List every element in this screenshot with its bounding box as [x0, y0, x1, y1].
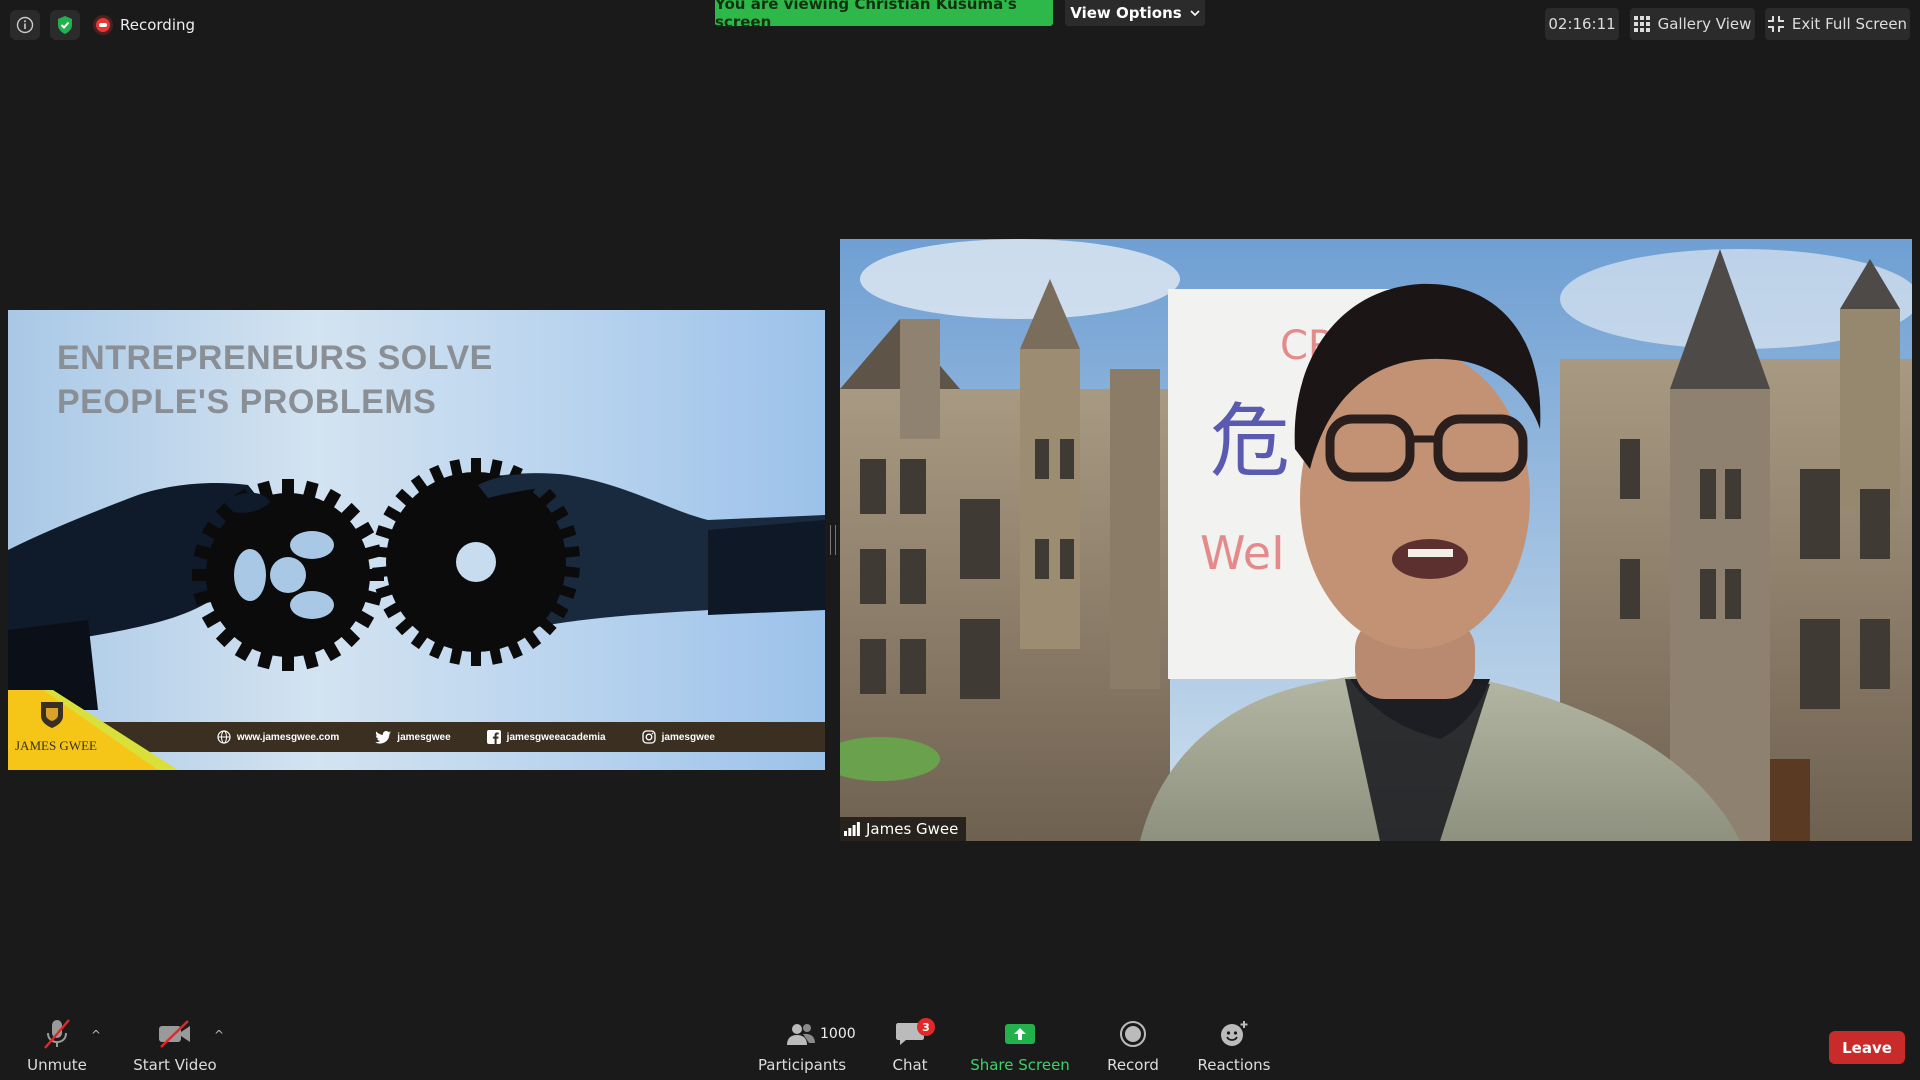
facebook-icon — [486, 730, 501, 744]
security-button[interactable] — [50, 10, 80, 40]
info-icon — [16, 16, 34, 34]
participants-label: Participants — [757, 1056, 847, 1074]
reactions-label: Reactions — [1197, 1056, 1271, 1074]
participant-name: James Gwee — [866, 820, 959, 838]
split-view-handle[interactable] — [830, 525, 836, 555]
gallery-view-button[interactable]: Gallery View — [1630, 8, 1755, 40]
shared-screen[interactable]: ENTREPRENEURS SOLVE PEOPLE'S PROBLEMS ww… — [8, 310, 825, 770]
record-icon-wrap — [1119, 1016, 1147, 1052]
meeting-timer: 02:16:11 — [1545, 8, 1619, 40]
start-video-button[interactable]: Start Video — [130, 1016, 220, 1074]
recording-label: Recording — [120, 16, 196, 34]
recording-dot-icon — [96, 18, 110, 32]
instagram-icon — [641, 730, 656, 744]
chevron-down-icon — [1190, 10, 1200, 17]
chat-icon-wrap: 3 — [895, 1016, 935, 1052]
share-screen-icon-wrap — [1004, 1016, 1036, 1052]
footer-twitter: jamesgwee — [375, 730, 451, 744]
chat-button[interactable]: 3 Chat — [888, 1016, 935, 1074]
meeting-info-group: Recording — [10, 10, 195, 40]
globe-icon — [217, 730, 231, 744]
share-screen-icon — [1005, 1024, 1035, 1044]
share-screen-label: Share Screen — [970, 1056, 1070, 1074]
svg-text:WeI: WeI — [1200, 526, 1285, 580]
footer-twitter-text: jamesgwee — [397, 731, 451, 743]
footer-instagram-text: jamesgwee — [661, 731, 715, 743]
reactions-icon-wrap — [1219, 1016, 1249, 1052]
shield-check-icon — [58, 16, 72, 34]
unmute-button[interactable]: Unmute — [22, 1016, 92, 1074]
exit-full-screen-button[interactable]: Exit Full Screen — [1765, 8, 1910, 40]
footer-instagram: jamesgwee — [641, 730, 715, 744]
viewing-screen-banner: You are viewing Christian Kusuma's scree… — [715, 0, 1053, 31]
participant-video-tile[interactable]: CRI 危 WeI James Gwee — [840, 239, 1912, 841]
reactions-button[interactable]: Reactions — [1194, 1016, 1274, 1074]
record-label: Record — [1107, 1056, 1159, 1074]
svg-text:危: 危 — [1210, 395, 1290, 488]
brand-name: JAMES GWEE — [15, 738, 97, 753]
share-screen-button[interactable]: Share Screen — [970, 1016, 1070, 1074]
record-icon — [1120, 1021, 1146, 1047]
record-button[interactable]: Record — [1100, 1016, 1166, 1074]
footer-website: www.jamesgwee.com — [217, 730, 339, 744]
participants-icon — [787, 1024, 815, 1045]
gallery-view-label: Gallery View — [1657, 15, 1752, 33]
microphone-muted-icon — [42, 1016, 72, 1052]
participants-count: 1000 — [820, 1026, 856, 1042]
video-options-caret-icon[interactable]: ^ — [214, 1028, 224, 1042]
camera-off-icon — [158, 1016, 192, 1052]
footer-website-text: www.jamesgwee.com — [236, 731, 340, 743]
smiley-plus-icon — [1221, 1021, 1248, 1046]
unmute-label: Unmute — [27, 1056, 87, 1074]
footer-facebook: jamesgweeacademia — [486, 730, 606, 744]
participants-icon-wrap: 1000 — [756, 1016, 856, 1052]
view-options-label: View Options — [1070, 4, 1182, 22]
footer-facebook-text: jamesgweeacademia — [506, 731, 606, 743]
exit-fullscreen-icon — [1767, 16, 1784, 32]
hands-holding-gears-image — [8, 458, 825, 710]
signal-strength-icon — [844, 822, 860, 836]
grid-icon — [1633, 16, 1650, 32]
chat-unread-badge: 3 — [917, 1018, 935, 1036]
view-options-button[interactable]: View Options — [1065, 0, 1205, 26]
audio-options-caret-icon[interactable]: ^ — [91, 1028, 101, 1042]
brand-corner-graphic — [8, 690, 178, 770]
participant-name-tag: James Gwee — [840, 817, 967, 841]
recording-indicator[interactable]: Recording — [96, 16, 195, 34]
leave-button[interactable]: Leave — [1829, 1031, 1905, 1064]
participants-button[interactable]: 1000 Participants — [756, 1016, 856, 1074]
start-video-label: Start Video — [133, 1056, 217, 1074]
exit-full-screen-label: Exit Full Screen — [1791, 15, 1908, 33]
twitter-icon — [375, 730, 392, 744]
slide-title-line-1: ENTREPRENEURS SOLVE — [57, 339, 493, 377]
participant-video-feed: CRI 危 WeI — [840, 239, 1912, 841]
info-button[interactable] — [10, 10, 40, 40]
chat-label: Chat — [892, 1056, 928, 1074]
